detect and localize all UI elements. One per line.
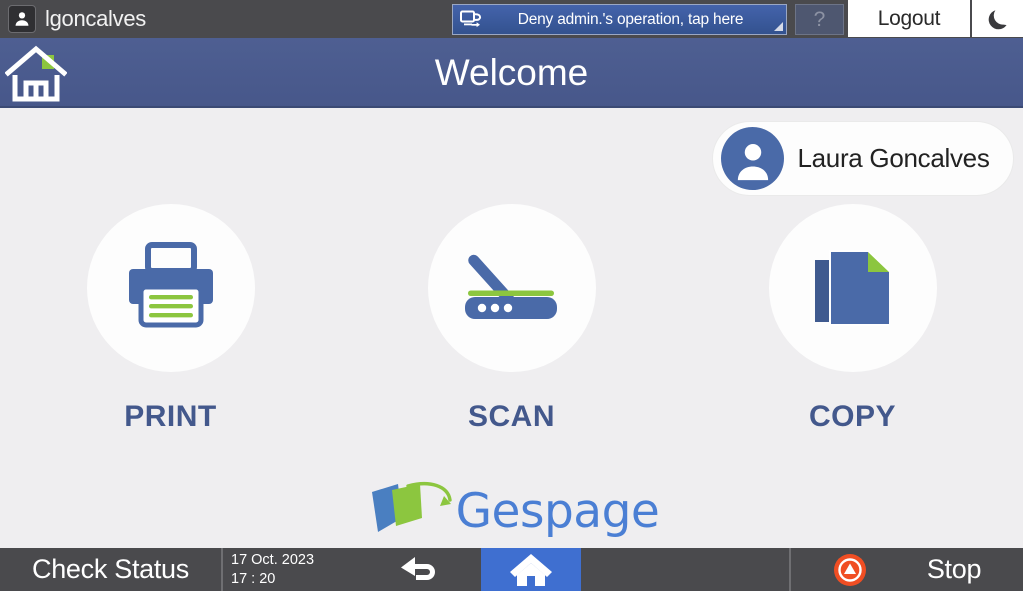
bottom-toolbar: Check Status 17 Oct. 2023 17 : 20 Stop [0, 548, 1023, 591]
home-button-header[interactable] [4, 44, 68, 104]
tile-print-label: PRINT [124, 400, 217, 433]
top-system-bar: lgoncalves Deny admin.'s operation, tap … [0, 0, 1023, 38]
brand-name: Gespage [455, 484, 660, 539]
stop-button[interactable]: Stop [791, 548, 1023, 591]
tile-print-circle[interactable] [86, 204, 255, 372]
tile-scan-circle[interactable] [427, 204, 596, 372]
help-button[interactable]: ? [795, 4, 844, 35]
admin-operation-notification-button[interactable]: Deny admin.'s operation, tap here [452, 4, 787, 35]
person-icon [8, 5, 36, 33]
user-avatar-icon [721, 127, 784, 190]
datetime-display: 17 Oct. 2023 17 : 20 [223, 548, 357, 591]
tile-scan-label: SCAN [467, 400, 555, 433]
tile-print[interactable]: PRINT [0, 204, 341, 434]
back-arrow-icon [401, 556, 435, 580]
tile-copy-circle[interactable] [768, 204, 937, 372]
page-title-bar: Welcome [0, 38, 1023, 108]
current-user-indicator: lgoncalves [0, 0, 146, 38]
logged-user-chip[interactable]: Laura Goncalves [713, 122, 1013, 195]
date-label: 17 Oct. 2023 [231, 552, 315, 569]
back-button[interactable] [357, 548, 481, 591]
page-title: Welcome [434, 52, 589, 93]
notification-text: Deny admin.'s operation, tap here [517, 10, 744, 28]
tile-copy-label: COPY [808, 400, 897, 433]
copy-documents-icon [814, 250, 889, 326]
gespage-logo-icon [364, 476, 460, 547]
stop-circle-icon [833, 553, 866, 586]
tile-copy[interactable]: COPY [682, 204, 1023, 434]
home-button-footer[interactable] [481, 548, 581, 591]
time-label: 17 : 20 [231, 570, 276, 587]
logged-user-name: Laura Goncalves [797, 143, 990, 173]
brand-logo: Gespage [0, 476, 1023, 547]
main-content: Laura Goncalves PRINT SCAN COPY Gespage [0, 108, 1023, 548]
function-tiles: PRINT SCAN COPY [0, 204, 1023, 434]
username-label: lgoncalves [45, 6, 146, 31]
check-status-button[interactable]: Check Status [0, 548, 221, 591]
moon-icon [988, 9, 1007, 29]
printer-icon [128, 242, 213, 328]
tile-scan[interactable]: SCAN [341, 204, 682, 434]
stop-label: Stop [926, 554, 982, 584]
printer-panel-screen: lgoncalves Deny admin.'s operation, tap … [0, 0, 1023, 591]
resize-corner-icon [774, 22, 783, 31]
home-filled-icon [510, 553, 552, 586]
scanner-icon [464, 254, 557, 319]
logout-button[interactable]: Logout [848, 0, 970, 37]
sleep-mode-button[interactable] [972, 0, 1023, 37]
home-outline-icon [5, 45, 67, 102]
print-redirect-icon [459, 9, 485, 31]
